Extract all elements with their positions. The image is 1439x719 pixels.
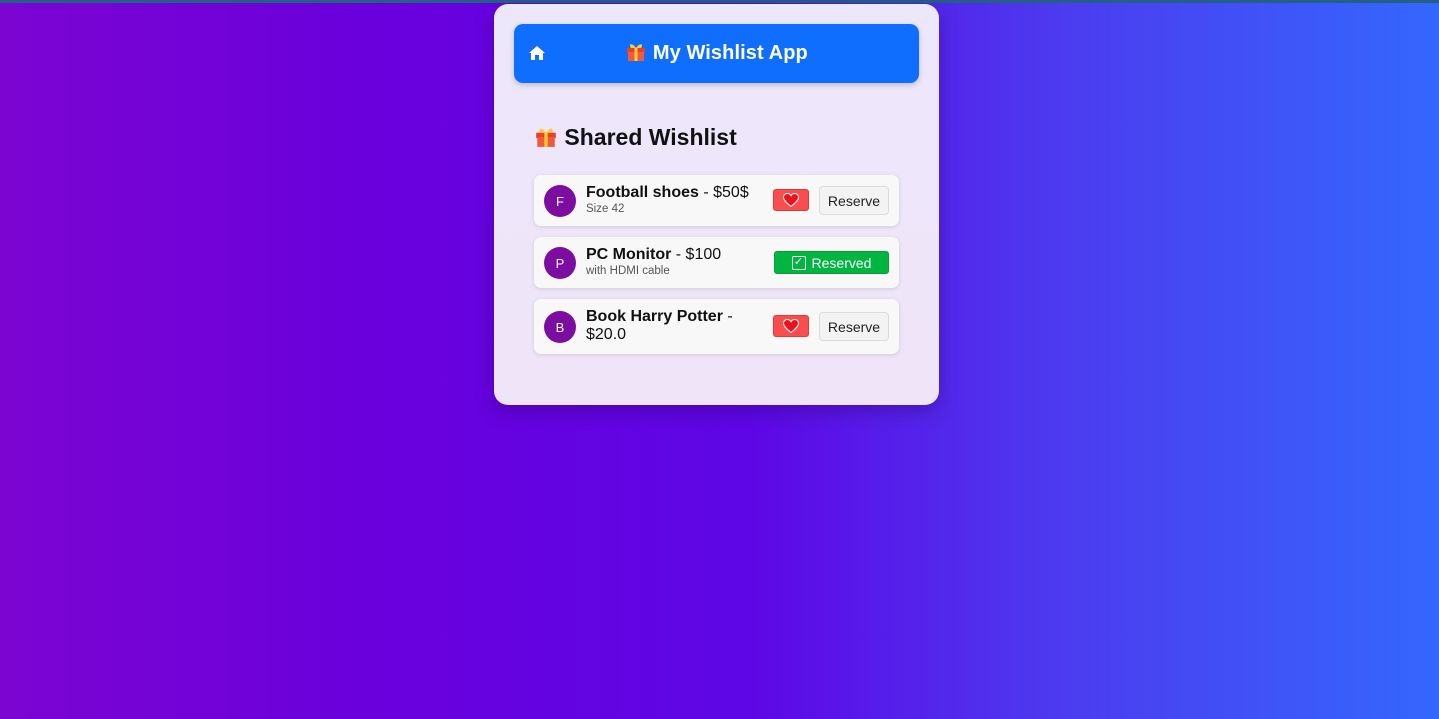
navbar: My Wishlist App — [514, 24, 919, 83]
check-icon: ✓ — [791, 255, 806, 270]
reserved-status-badge: ✓ Reserved — [774, 251, 889, 274]
wishlist-item: F Football shoes - $50$ Size 42 Reserve — [534, 175, 899, 226]
item-text: PC Monitor - $100 with HDMI cable — [586, 246, 766, 278]
item-note: with HDMI cable — [586, 265, 670, 277]
app-title-text: My Wishlist App — [652, 42, 808, 64]
wishlist-item: P PC Monitor - $100 with HDMI cable ✓ Re… — [534, 237, 899, 288]
item-text: Book Harry Potter - $20.0 — [586, 308, 746, 344]
gift-icon — [536, 128, 556, 147]
item-name: Book Harry Potter — [586, 308, 723, 325]
top-strip — [0, 0, 1439, 3]
reserve-button-label: Reserve — [827, 318, 881, 335]
wishlist-card: My Wishlist App Shared Wishlist F Footba… — [494, 4, 939, 405]
gift-icon — [627, 44, 646, 61]
reserve-button[interactable]: Reserve — [819, 186, 889, 215]
reserve-button[interactable]: Reserve — [819, 312, 889, 341]
avatar: B — [544, 311, 576, 343]
item-price: - $100 — [671, 246, 722, 263]
item-name: Football shoes — [586, 184, 699, 201]
section-title: Shared Wishlist — [534, 124, 737, 151]
avatar: F — [544, 185, 576, 217]
like-button[interactable] — [773, 315, 809, 337]
item-text: Football shoes - $50$ Size 42 — [586, 184, 766, 216]
item-price: - $50$ — [698, 184, 749, 201]
heart-icon — [783, 193, 799, 207]
app-title: My Wishlist App — [514, 40, 919, 65]
section-title-text: Shared Wishlist — [564, 124, 737, 150]
item-title: PC Monitor - $100 — [586, 246, 766, 264]
wishlist-item: B Book Harry Potter - $20.0 Reserve — [534, 299, 899, 354]
like-button[interactable] — [773, 189, 809, 211]
reserve-button-label: Reserve — [827, 192, 881, 209]
item-name: PC Monitor — [586, 246, 672, 263]
avatar-initial: P — [555, 255, 565, 271]
avatar-initial: B — [555, 319, 565, 335]
item-title: Book Harry Potter - $20.0 — [586, 308, 746, 344]
item-title: Football shoes - $50$ — [586, 184, 766, 202]
reserved-label: Reserved — [811, 254, 872, 271]
heart-icon — [783, 319, 799, 333]
avatar-initial: F — [556, 193, 564, 209]
avatar: P — [544, 247, 576, 279]
item-note: Size 42 — [586, 203, 625, 215]
